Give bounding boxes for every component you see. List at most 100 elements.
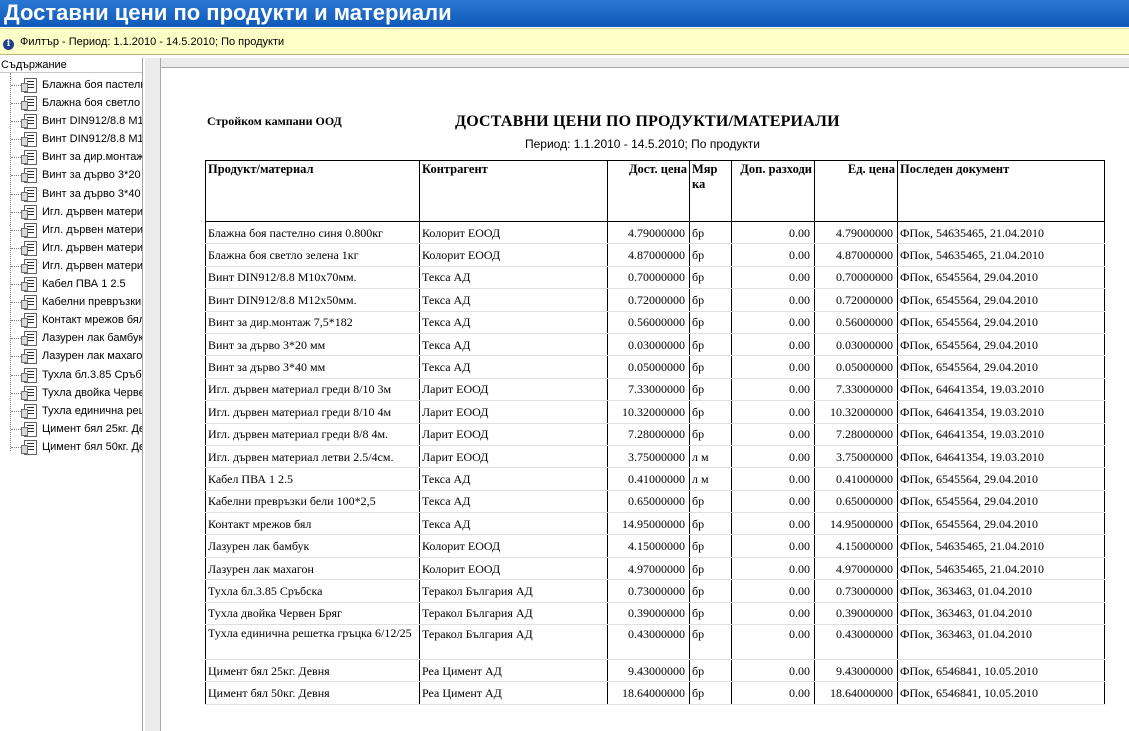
cell-delivery-price: 0.56000000 — [607, 311, 690, 334]
tree-item[interactable]: Винт DIN912/8.8 M12x50мм. — [0, 130, 142, 148]
cell-delivery-price: 0.73000000 — [607, 579, 690, 603]
cell-unit-price: 0.72000000 — [814, 288, 898, 312]
cell-unit: бр — [689, 512, 732, 536]
cell-last-document: ФПок, 6545564, 29.04.2010 — [897, 467, 1105, 491]
tree-item-label: Винт за дърво 3*20 мм — [42, 169, 142, 182]
tree-item-label: Игл. дървен материал греди 8/10 4м — [42, 223, 143, 236]
table-row: Блажна боя светло зелена 1кг Колорит ЕООД… — [205, 243, 1105, 267]
company-name: Стройком кампани ООД — [207, 114, 342, 128]
column-header-unit: Мяр ка — [689, 160, 732, 222]
tree-item[interactable]: Игл. дървен материал греди 8/8 4м. — [0, 239, 142, 257]
report-page-icon — [21, 168, 37, 184]
cell-counterparty: Текса АД — [419, 490, 608, 514]
cell-unit-price: 0.70000000 — [814, 266, 898, 290]
tree-item-label: Игл. дървен материал греди 8/8 4м. — [42, 241, 143, 254]
cell-counterparty: Реа Цимент АД — [419, 681, 608, 705]
tree-item[interactable]: Кабел ПВА 1 2.5 — [0, 275, 142, 293]
cell-extra-costs: 0.00 — [731, 659, 815, 683]
tree-item[interactable]: Цимент бял 50кг. Девня — [0, 438, 142, 456]
sidebar-header: Съдържание — [0, 58, 142, 73]
cell-unit: бр — [689, 355, 732, 379]
tree-item[interactable]: Контакт мрежов бял — [0, 311, 142, 329]
tree-item[interactable]: Блажна боя светло зелена 1кг — [0, 94, 142, 112]
cell-unit: бр — [689, 624, 732, 661]
tree-item[interactable]: Лазурен лак махагон — [0, 347, 142, 365]
cell-product: Кабел ПВА 1 2.5 — [205, 467, 420, 491]
cell-last-document: ФПок, 363463, 01.04.2010 — [897, 624, 1105, 661]
report-page-icon — [21, 78, 37, 93]
cell-last-document: ФПок, 64641354, 19.03.2010 — [897, 445, 1105, 469]
tree-item[interactable]: Винт DIN912/8.8 M10x70мм. — [0, 112, 142, 130]
cell-extra-costs: 0.00 — [731, 378, 815, 402]
cell-product: Винт DIN912/8.8 M10x70мм. — [205, 266, 420, 290]
cell-unit: л м — [689, 445, 732, 469]
cell-product: Игл. дървен материал греди 8/10 4м — [205, 400, 420, 424]
cell-product: Цимент бял 50кг. Девня — [205, 681, 420, 705]
tree-item[interactable]: Тухла двойка Червен Бряг — [0, 384, 142, 402]
cell-counterparty: Текса АД — [419, 467, 608, 491]
cell-unit: бр — [689, 490, 732, 514]
cell-unit-price: 0.05000000 — [814, 355, 898, 379]
tree-item-label: Винт за дърво 3*40 мм — [42, 187, 142, 200]
cell-delivery-price: 3.75000000 — [607, 445, 690, 469]
tree-item[interactable]: Винт за дърво 3*20 мм — [0, 166, 142, 184]
cell-extra-costs: 0.00 — [731, 512, 815, 536]
cell-delivery-price: 7.33000000 — [607, 378, 690, 402]
cell-unit: бр — [689, 681, 732, 705]
cell-unit: бр — [689, 557, 732, 581]
cell-delivery-price: 4.15000000 — [607, 534, 690, 558]
column-header-extra-costs: Доп. разходи — [731, 160, 815, 222]
cell-last-document: ФПок, 6545564, 29.04.2010 — [897, 512, 1105, 536]
cell-delivery-price: 0.41000000 — [607, 467, 690, 491]
cell-product: Лазурен лак бамбук — [205, 534, 420, 558]
tree-item[interactable]: Блажна боя пастелно синя 0.800кг — [0, 76, 142, 94]
cell-extra-costs: 0.00 — [731, 221, 815, 245]
tree-item[interactable]: Кабелни превръзки бели 100*2,5 — [0, 293, 142, 311]
tree-item[interactable]: Винт за дърво 3*40 мм — [0, 185, 142, 203]
cell-unit-price: 0.03000000 — [814, 333, 898, 357]
cell-product: Винт DIN912/8.8 M12x50мм. — [205, 288, 420, 312]
cell-delivery-price: 4.87000000 — [607, 243, 690, 267]
tree-item-label: Цимент бял 50кг. Девня — [42, 440, 142, 453]
tree-item[interactable]: Винт за дир.монтаж 7,5*182 — [0, 148, 142, 166]
table-row: Винт DIN912/8.8 M12x50мм. Текса АД 0.72000… — [205, 288, 1105, 312]
cell-counterparty: Текса АД — [419, 355, 608, 379]
tree-item-label: Лазурен лак бамбук — [42, 332, 143, 345]
tree-item[interactable]: Цимент бял 25кг. Девня — [0, 420, 142, 438]
tree-item[interactable]: Игл. дървен материал греди 8/10 4м — [0, 221, 142, 239]
cell-unit: л м — [689, 467, 732, 491]
tree-item[interactable]: Игл. дървен материал греди 8/10 3м — [0, 203, 142, 221]
cell-last-document: ФПок, 64641354, 19.03.2010 — [897, 400, 1105, 424]
report-page-icon — [21, 349, 37, 365]
column-header-product: Продукт/материал — [205, 160, 420, 222]
tree-item[interactable]: Игл. дървен материал летви 2.5/4см. — [0, 257, 142, 275]
report-page-icon — [21, 367, 37, 383]
cell-product: Игл. дървен материал греди 8/8 4м. — [205, 423, 420, 446]
tree-item-label: Винт DIN912/8.8 M10x70мм. — [42, 115, 143, 128]
table-row: Тухла двойка Червен Бряг Теракол България… — [205, 602, 1105, 626]
cell-unit: бр — [689, 266, 732, 290]
report-page-icon — [21, 313, 37, 329]
report-page-icon — [21, 132, 37, 148]
cell-product: Винт за дир.монтаж 7,5*182 — [205, 311, 420, 334]
table-row: Кабелни превръзки бели 100*2,5 Текса АД 0.… — [205, 490, 1105, 514]
cell-unit-price: 4.87000000 — [814, 243, 898, 267]
cell-unit: бр — [689, 534, 732, 558]
cell-product: Кабелни превръзки бели 100*2,5 — [205, 490, 420, 514]
cell-extra-costs: 0.00 — [731, 311, 815, 334]
cell-unit-price: 10.32000000 — [814, 400, 898, 424]
tree-item[interactable]: Тухла бл.3.85 Сръбска — [0, 366, 142, 384]
info-icon: i — [3, 39, 14, 50]
column-header-last-document: Последен документ — [897, 160, 1105, 222]
report-table: Продукт/материал Контрагент Дост. цена М… — [205, 160, 1105, 705]
cell-delivery-price: 18.64000000 — [607, 681, 690, 705]
report-page-icon — [21, 277, 37, 293]
table-row: Лазурен лак бамбук Колорит ЕООД 4.15000000… — [205, 534, 1105, 558]
cell-product: Блажна боя светло зелена 1кг — [205, 243, 420, 267]
tree-item[interactable]: Тухла единична решетка гръцка 6/12/25 — [0, 402, 142, 420]
tree-item[interactable]: Лазурен лак бамбук — [0, 329, 142, 347]
table-row: Винт за дир.монтаж 7,5*182 Текса АД 0.5600… — [205, 311, 1105, 334]
cell-last-document: ФПок, 54635465, 21.04.2010 — [897, 557, 1105, 581]
cell-unit-price: 4.97000000 — [814, 557, 898, 581]
cell-delivery-price: 0.65000000 — [607, 490, 690, 514]
